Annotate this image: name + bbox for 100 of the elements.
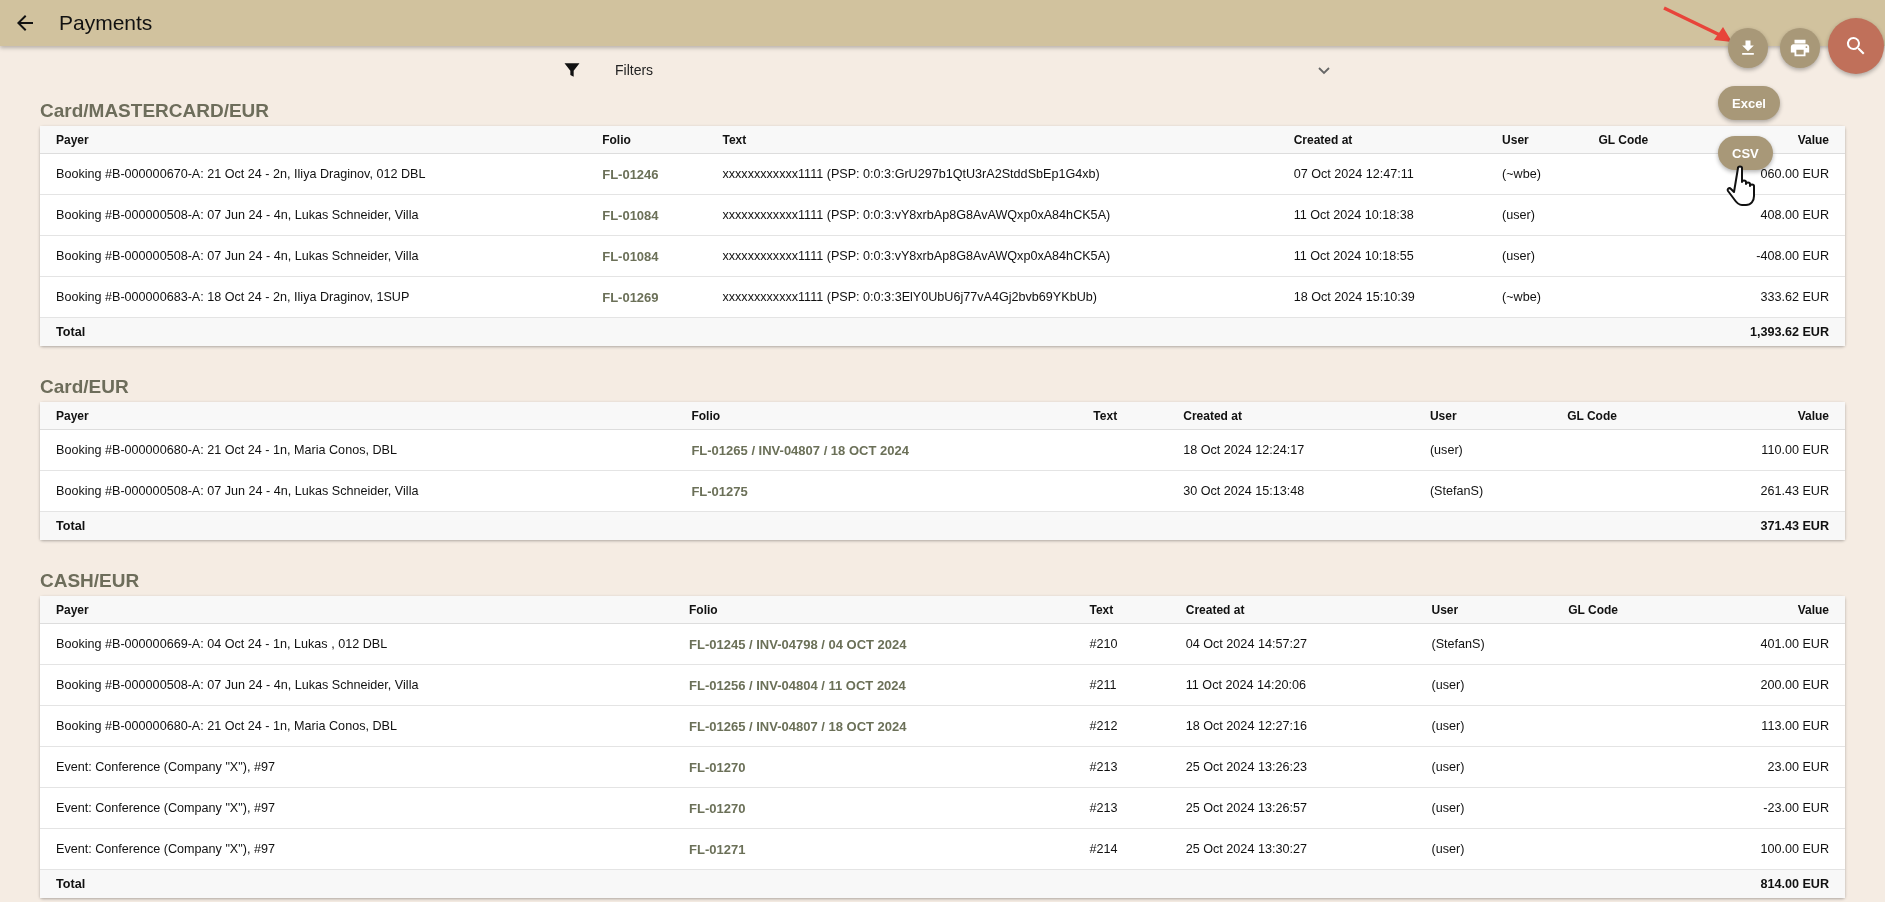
table-cell: (user) (1413, 429, 1552, 471)
table-cell: (~wbe) (1486, 276, 1583, 318)
total-value: 371.43 EUR (1682, 511, 1845, 540)
table-cell: xxxxxxxxxxxx1111 (PSP: 0:0:3:vY8xrbAp8G8AvAWQxp0xA84hCK5A) (706, 194, 1278, 236)
column-header: User (1486, 126, 1583, 154)
table-cell: Booking #B-000000670-A: 21 Oct 24 - 2n, Iliya Draginov, 012 DBL (40, 153, 587, 195)
table-cell: -408.00 EUR (1693, 235, 1845, 277)
table-cell: #211 (1073, 664, 1170, 706)
table-cell: xxxxxxxxxxxx1111 (PSP: 0:0:3:3ElY0UbU6j77vA4Gj2bvb69YKbUb) (706, 276, 1278, 318)
table-cell: 113.00 EUR (1683, 705, 1845, 747)
table-cell: Event: Conference (Company "X"), #97 (40, 746, 673, 788)
column-header: Payer (40, 596, 673, 624)
table-cell: 18 Oct 2024 15:10:39 (1277, 276, 1487, 318)
table-cell: Booking #B-000000669-A: 04 Oct 24 - 1n, Lukas , 012 DBL (40, 623, 673, 665)
table-cell: (user) (1415, 828, 1553, 870)
table-cell: 333.62 EUR (1693, 276, 1845, 318)
column-header: Folio (675, 402, 1078, 430)
table-cell: Booking #B-000000508-A: 07 Jun 24 - 4n, Lukas Schneider, Villa (40, 194, 587, 236)
section-title: Card/EUR (40, 376, 129, 398)
table-cell: (user) (1415, 787, 1553, 829)
table-cell: 200.00 EUR (1683, 664, 1845, 706)
table-cell: (StefanS) (1415, 623, 1553, 665)
table-cell: (user) (1486, 194, 1583, 236)
table-cell: 401.00 EUR (1683, 623, 1845, 665)
table-cell: 11 Oct 2024 10:18:55 (1277, 235, 1487, 277)
total-value: 1,393.62 EUR (1693, 317, 1845, 346)
filter-icon[interactable] (562, 60, 582, 80)
column-header: User (1413, 402, 1552, 430)
table-cell: Booking #B-000000508-A: 07 Jun 24 - 4n, Lukas Schneider, Villa (40, 470, 676, 512)
table-cell: (user) (1415, 746, 1553, 788)
table-cell: 25 Oct 2024 13:26:57 (1169, 787, 1416, 829)
folio-link[interactable]: FL-01246 (586, 153, 707, 195)
folio-link[interactable]: FL-01265 / INV-04807 / 18 OCT 2024 (673, 705, 1074, 747)
column-header: Text (706, 126, 1278, 154)
folio-link[interactable]: FL-01271 (673, 828, 1074, 870)
table-cell: #214 (1073, 828, 1170, 870)
table-cell: 30 Oct 2024 15:13:48 (1167, 470, 1414, 512)
print-button[interactable] (1780, 28, 1820, 68)
total-value: 814.00 EUR (1683, 869, 1845, 898)
table-cell: 25 Oct 2024 13:30:27 (1169, 828, 1416, 870)
table-cell: 23.00 EUR (1683, 746, 1845, 788)
total-label: Total (40, 869, 673, 898)
total-label: Total (40, 511, 676, 540)
table-cell: (user) (1415, 664, 1553, 706)
section-title: CASH/EUR (40, 570, 140, 592)
printer-icon (1789, 37, 1811, 59)
table-cell: 100.00 EUR (1683, 828, 1845, 870)
folio-link[interactable]: FL-01084 (586, 235, 707, 277)
table-cell: 11 Oct 2024 10:18:38 (1277, 194, 1487, 236)
folio-link[interactable]: FL-01265 / INV-04807 / 18 OCT 2024 (675, 429, 1078, 471)
table-cell: #210 (1073, 623, 1170, 665)
column-header: Folio (673, 596, 1074, 624)
search-button[interactable] (1828, 18, 1884, 74)
folio-link[interactable]: FL-01275 (675, 470, 1078, 512)
folio-link[interactable]: FL-01084 (586, 194, 707, 236)
table-cell: Booking #B-000000680-A: 21 Oct 24 - 1n, Maria Conos, DBL (40, 429, 676, 471)
filters-label[interactable]: Filters (615, 62, 1316, 78)
table-cell: Event: Conference (Company "X"), #97 (40, 787, 673, 829)
table-cell: 261.43 EUR (1682, 470, 1845, 512)
folio-link[interactable]: FL-01256 / INV-04804 / 11 OCT 2024 (673, 664, 1074, 706)
folio-link[interactable]: FL-01245 / INV-04798 / 04 OCT 2024 (673, 623, 1074, 665)
column-header: Folio (586, 126, 707, 154)
table-cell: 25 Oct 2024 13:26:23 (1169, 746, 1416, 788)
table-cell: 07 Oct 2024 12:47:11 (1277, 153, 1487, 195)
table-cell: 04 Oct 2024 14:57:27 (1169, 623, 1416, 665)
table-cell: #213 (1073, 746, 1170, 788)
download-button[interactable] (1728, 28, 1768, 68)
column-header: Value (1683, 596, 1845, 624)
folio-link[interactable]: FL-01269 (586, 276, 707, 318)
table-cell: (StefanS) (1413, 470, 1552, 512)
table-cell: Booking #B-000000683-A: 18 Oct 24 - 2n, Iliya Draginov, 1SUP (40, 276, 587, 318)
table-cell: Booking #B-000000508-A: 07 Jun 24 - 4n, Lukas Schneider, Villa (40, 664, 673, 706)
table-cell: Booking #B-000000680-A: 21 Oct 24 - 1n, Maria Conos, DBL (40, 705, 673, 747)
column-header: GL Code (1551, 402, 1683, 430)
folio-link[interactable]: FL-01270 (673, 746, 1074, 788)
total-label: Total (40, 317, 587, 346)
table-cell: 18 Oct 2024 12:24:17 (1167, 429, 1414, 471)
column-header: Created at (1169, 596, 1416, 624)
column-header: Payer (40, 402, 676, 430)
table-cell: xxxxxxxxxxxx1111 (PSP: 0:0:3:GrU297b1QtU3rA2StddSbEp1G4xb) (706, 153, 1278, 195)
column-header: Value (1682, 402, 1845, 430)
table-cell: 11 Oct 2024 14:20:06 (1169, 664, 1416, 706)
table-cell: (user) (1486, 235, 1583, 277)
table-cell: -23.00 EUR (1683, 787, 1845, 829)
column-header: GL Code (1552, 596, 1684, 624)
table-cell: (user) (1415, 705, 1553, 747)
folio-link[interactable]: FL-01270 (673, 787, 1074, 829)
export-option[interactable]: Excel (1718, 86, 1780, 120)
column-header: Text (1077, 402, 1168, 430)
column-header: Created at (1167, 402, 1414, 430)
table-cell: 18 Oct 2024 12:27:16 (1169, 705, 1416, 747)
table-cell: #213 (1073, 787, 1170, 829)
table-cell: (~wbe) (1486, 153, 1583, 195)
column-header: Created at (1277, 126, 1487, 154)
table-cell: #212 (1073, 705, 1170, 747)
table-cell: 110.00 EUR (1682, 429, 1845, 471)
column-header: GL Code (1582, 126, 1694, 154)
page-title: Payments (59, 11, 153, 35)
table-cell: Booking #B-000000508-A: 07 Jun 24 - 4n, Lukas Schneider, Villa (40, 235, 587, 277)
column-header: User (1415, 596, 1553, 624)
